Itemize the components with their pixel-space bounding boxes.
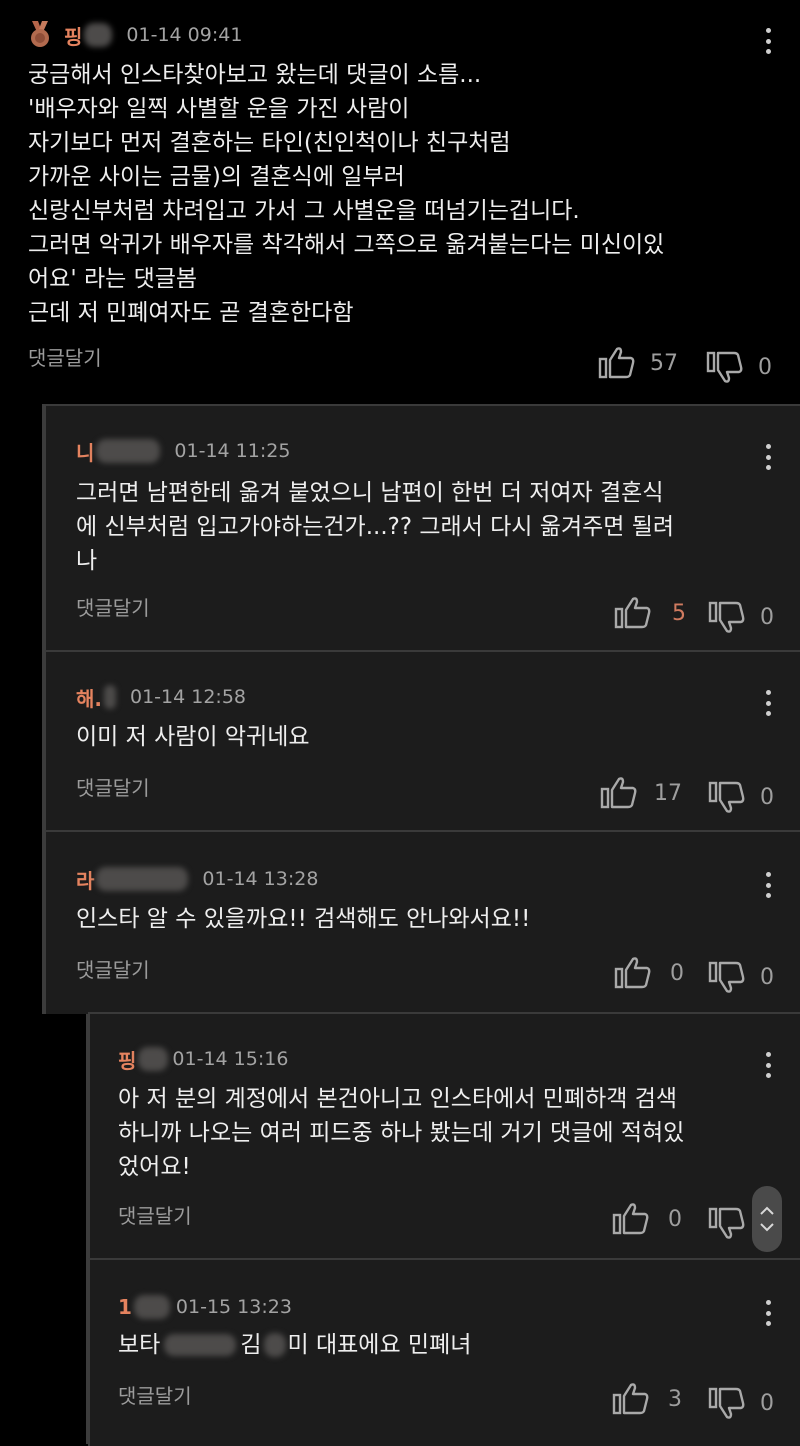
author-redaction (96, 867, 189, 891)
comment-body: 인스타 알 수 있을까요!! 검색해도 안나와서요!! (76, 906, 531, 932)
thumbs-up-icon (612, 1203, 649, 1235)
like-button[interactable]: 3 (612, 1382, 682, 1416)
comment: 니 01-14 11:25 그러면 남편한테 옮겨 붙었으니 남편이 한번 더 … (44, 404, 800, 652)
thumbs-up-icon (614, 957, 651, 989)
chevron-down-icon (760, 1223, 774, 1232)
chevron-up-icon (760, 1206, 774, 1215)
comment: 라 01-14 13:28 인스타 알 수 있을까요!! 검색해도 안나와서요!… (44, 830, 800, 1014)
thumbs-down-icon (708, 781, 745, 813)
comment-meta: 해. 01-14 12:58 (76, 682, 246, 712)
author-name[interactable]: 니 (76, 437, 94, 466)
comment-meta: 핑 01-14 15:16 (118, 1044, 288, 1074)
comment: 1 01-15 13:23 보타 김 미 대표에요 민폐녀 댓글달기 3 0 (88, 1258, 800, 1446)
dislike-button[interactable]: 0 (708, 960, 774, 994)
comment-body: 보타 김 미 대표에요 민폐녀 (118, 1328, 778, 1362)
comment-meta: 니 01-14 11:25 (76, 436, 290, 466)
author-name[interactable]: 핑 (118, 1045, 136, 1074)
body-text: 김 (240, 1332, 262, 1358)
comment-date: 01-14 15:16 (172, 1048, 289, 1070)
thumbs-down-icon (708, 961, 745, 993)
dislike-button[interactable]: 0 (706, 350, 772, 384)
author-name[interactable]: 라 (76, 865, 94, 894)
reply-button[interactable]: 댓글달기 (118, 1380, 192, 1409)
reply-button[interactable]: 댓글달기 (76, 592, 150, 621)
thumbs-up-icon (612, 1383, 649, 1415)
author-redaction (84, 23, 113, 47)
more-options-icon[interactable] (766, 28, 772, 54)
like-count: 57 (650, 350, 678, 376)
reply-button[interactable]: 댓글달기 (28, 342, 102, 371)
like-button[interactable]: 5 (614, 596, 686, 630)
dislike-button[interactable] (708, 1206, 746, 1240)
body-text: 보타 (118, 1332, 161, 1358)
bronze-medal-icon (31, 21, 49, 47)
dislike-button[interactable]: 0 (708, 1386, 774, 1420)
dislike-count: 0 (758, 354, 772, 380)
author-name[interactable]: 핑 (64, 21, 82, 50)
thumbs-up-icon (614, 597, 651, 629)
comment-date: 01-14 12:58 (130, 686, 247, 708)
dislike-button[interactable]: 0 (708, 600, 774, 634)
like-count: 0 (668, 1206, 682, 1232)
comment-meta: 핑 01-14 09:41 (28, 20, 242, 50)
comment: 핑 01-14 09:41 궁금해서 인스타찾아보고 왔는데 댓글이 소름...… (0, 0, 800, 404)
reply-button[interactable]: 댓글달기 (118, 1200, 192, 1229)
author-redaction (104, 685, 116, 709)
body-text: 미 대표에요 민폐녀 (287, 1332, 472, 1358)
author-redaction (133, 1295, 170, 1319)
author-redaction (96, 439, 161, 463)
more-options-icon[interactable] (766, 444, 772, 470)
dislike-count: 0 (760, 1390, 774, 1416)
comment-body: 이미 저 사람이 악귀네요 (76, 724, 310, 750)
comment-body: 그러면 남편한테 옮겨 붙었으니 남편이 한번 더 저여자 결혼식 에 신부처럼… (76, 480, 675, 574)
comment-date: 01-14 11:25 (174, 440, 291, 462)
more-options-icon[interactable] (766, 1300, 772, 1326)
like-count: 5 (672, 600, 686, 626)
more-options-icon[interactable] (766, 690, 772, 716)
dislike-count: 0 (760, 784, 774, 810)
thumbs-down-icon (708, 1207, 745, 1239)
reply-button[interactable]: 댓글달기 (76, 954, 150, 983)
thumbs-down-icon (708, 601, 745, 633)
dislike-count: 0 (760, 964, 774, 990)
like-button[interactable]: 57 (598, 346, 678, 380)
reply-button[interactable]: 댓글달기 (76, 772, 150, 801)
author-redaction (138, 1047, 169, 1071)
like-button[interactable]: 17 (600, 776, 682, 810)
thumbs-up-icon (598, 347, 635, 379)
comment-meta: 1 01-15 13:23 (118, 1292, 292, 1322)
text-redaction (263, 1333, 286, 1357)
comment: 핑 01-14 15:16 아 저 분의 계정에서 본건아니고 인스타에서 민폐… (88, 1012, 800, 1260)
comment-body: 아 저 분의 계정에서 본건아니고 인스타에서 민폐하객 검색 하니까 나오는 … (118, 1086, 685, 1180)
thumbs-down-icon (706, 351, 743, 383)
like-button[interactable]: 0 (614, 956, 684, 990)
comment-meta: 라 01-14 13:28 (76, 864, 318, 894)
author-name[interactable]: 1 (118, 1295, 132, 1319)
more-options-icon[interactable] (766, 1052, 772, 1078)
scroll-handle[interactable] (752, 1186, 782, 1252)
like-count: 17 (654, 780, 682, 806)
comment-date: 01-14 13:28 (202, 868, 319, 890)
comment-date: 01-15 13:23 (175, 1296, 292, 1318)
thumbs-down-icon (708, 1387, 745, 1419)
comment-date: 01-14 09:41 (126, 24, 243, 46)
more-options-icon[interactable] (766, 872, 772, 898)
dislike-button[interactable]: 0 (708, 780, 774, 814)
author-name[interactable]: 해. (76, 683, 102, 712)
thumbs-up-icon (600, 777, 637, 809)
dislike-count: 0 (760, 604, 774, 630)
text-redaction (164, 1334, 237, 1356)
like-button[interactable]: 0 (612, 1202, 682, 1236)
comment: 해. 01-14 12:58 이미 저 사람이 악귀네요 댓글달기 17 0 (44, 650, 800, 832)
comment-body: 궁금해서 인스타찾아보고 왔는데 댓글이 소름... '배우자와 일찍 사별할 … (28, 62, 665, 326)
like-count: 3 (668, 1386, 682, 1412)
like-count: 0 (670, 960, 684, 986)
